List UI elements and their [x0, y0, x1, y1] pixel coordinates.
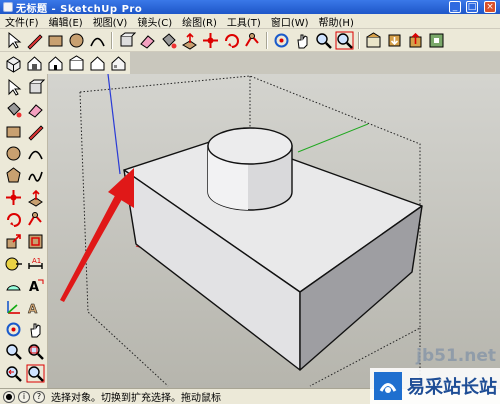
watermark-brand: 易采站长站	[407, 377, 497, 398]
eraser-icon[interactable]	[138, 31, 157, 50]
front-view-icon[interactable]	[46, 54, 65, 73]
axes-icon[interactable]	[4, 298, 22, 316]
make-component-icon[interactable]	[26, 78, 46, 96]
back-view-icon[interactable]	[88, 54, 107, 73]
large-tool-set: A1 A A	[0, 74, 48, 388]
move-icon[interactable]	[4, 188, 22, 206]
freehand-icon[interactable]	[26, 166, 44, 184]
sketchup-window: 无标题 - SketchUp Pro _ □ × 文件(F) 编辑(E) 视图(…	[0, 0, 500, 404]
menu-camera[interactable]: 镜头(C)	[132, 14, 177, 29]
watermark: jb51.net 易采站长站	[370, 346, 500, 404]
right-view-icon[interactable]	[67, 54, 86, 73]
extension-icon[interactable]	[427, 31, 446, 50]
minimize-button[interactable]: _	[449, 1, 461, 13]
main-toolbar	[0, 29, 500, 52]
dimension-icon[interactable]: A1	[26, 254, 44, 272]
polygon-icon[interactable]	[4, 166, 22, 184]
toolbar-separator	[111, 31, 113, 49]
menu-window[interactable]: 窗口(W)	[266, 14, 314, 29]
paint-bucket-icon[interactable]	[4, 100, 22, 118]
rotate-icon[interactable]	[222, 31, 241, 50]
paint-bucket-icon[interactable]	[159, 31, 178, 50]
status-hint: 选择对象。切换到扩充选择。拖动鼠标	[51, 393, 221, 404]
share-model-icon[interactable]	[406, 31, 425, 50]
move-icon[interactable]	[201, 31, 220, 50]
zoom-extents-icon[interactable]	[26, 364, 45, 383]
credits-icon[interactable]: i	[18, 390, 30, 403]
svg-text:A: A	[28, 302, 38, 316]
geo-location-icon[interactable]: ●	[3, 390, 15, 403]
zoom-icon[interactable]	[314, 31, 333, 50]
orbit-icon[interactable]	[272, 31, 291, 50]
make-component-icon[interactable]	[117, 31, 137, 50]
menu-edit[interactable]: 编辑(E)	[44, 14, 88, 29]
arc-icon[interactable]	[26, 144, 44, 162]
menu-file[interactable]: 文件(F)	[0, 14, 44, 29]
watermark-logo-icon	[374, 372, 402, 400]
circle-icon[interactable]	[4, 144, 22, 162]
arc-icon[interactable]	[88, 31, 107, 50]
pan-icon[interactable]	[293, 31, 312, 50]
zoom-icon[interactable]	[4, 342, 22, 360]
get-models-icon[interactable]	[385, 31, 404, 50]
menu-view[interactable]: 视图(V)	[88, 14, 133, 29]
follow-me-icon[interactable]	[26, 210, 44, 228]
select-arrow-icon[interactable]	[4, 78, 22, 96]
zoom-extents-icon[interactable]	[335, 31, 354, 50]
circle-icon[interactable]	[67, 31, 86, 50]
menu-help[interactable]: 帮助(H)	[314, 14, 359, 29]
model-scene	[60, 74, 423, 387]
rotate-icon[interactable]	[4, 210, 22, 228]
views-toolbar	[0, 52, 130, 74]
pencil-line-icon[interactable]	[26, 122, 44, 141]
blue-axis	[107, 74, 121, 175]
title-bar[interactable]: 无标题 - SketchUp Pro _ □ ×	[0, 0, 500, 15]
push-pull-icon[interactable]	[26, 188, 44, 207]
push-pull-icon[interactable]	[180, 31, 199, 50]
tape-measure-icon[interactable]	[4, 254, 22, 272]
app-icon[interactable]	[3, 2, 13, 12]
3d-text-icon[interactable]: A	[26, 298, 44, 316]
cylinder-solid[interactable]	[207, 127, 293, 211]
left-view-icon[interactable]	[109, 54, 128, 73]
menu-tools[interactable]: 工具(T)	[222, 14, 266, 29]
protractor-icon[interactable]	[4, 276, 22, 294]
toolbar-separator	[358, 31, 360, 49]
zoom-window-icon[interactable]	[26, 342, 44, 360]
window-title: 无标题 - SketchUp Pro	[16, 3, 143, 15]
rectangle-icon[interactable]	[4, 122, 22, 140]
previous-view-icon[interactable]	[4, 364, 22, 382]
help-icon[interactable]: ?	[33, 390, 45, 403]
maximize-button[interactable]: □	[466, 1, 478, 13]
warehouse-icon[interactable]	[364, 31, 383, 50]
cylinder-top-face[interactable]	[207, 127, 293, 165]
eraser-icon[interactable]	[26, 100, 44, 118]
scale-icon[interactable]	[4, 232, 22, 250]
select-arrow-icon[interactable]	[4, 31, 23, 50]
svg-text:A: A	[29, 280, 39, 295]
text-icon[interactable]: A	[26, 276, 44, 295]
menu-bar: 文件(F) 编辑(E) 视图(V) 镜头(C) 绘图(R) 工具(T) 窗口(W…	[0, 14, 500, 29]
svg-text:A1: A1	[32, 257, 41, 265]
menu-draw[interactable]: 绘图(R)	[177, 14, 222, 29]
close-button[interactable]: ×	[484, 1, 496, 13]
watermark-url: jb51.net	[416, 346, 496, 366]
red-arrow-annotation	[60, 168, 134, 302]
rectangle-icon[interactable]	[46, 31, 65, 50]
iso-view-icon[interactable]	[4, 54, 23, 73]
drawing-viewport[interactable]	[48, 74, 500, 388]
pan-icon[interactable]	[26, 320, 44, 338]
orbit-icon[interactable]	[4, 320, 22, 338]
follow-me-icon[interactable]	[243, 31, 262, 50]
toolbar-separator	[266, 31, 268, 49]
pencil-line-icon[interactable]	[25, 31, 44, 50]
offset-icon[interactable]	[26, 232, 44, 250]
top-view-icon[interactable]	[25, 54, 44, 73]
green-axis	[297, 123, 369, 153]
